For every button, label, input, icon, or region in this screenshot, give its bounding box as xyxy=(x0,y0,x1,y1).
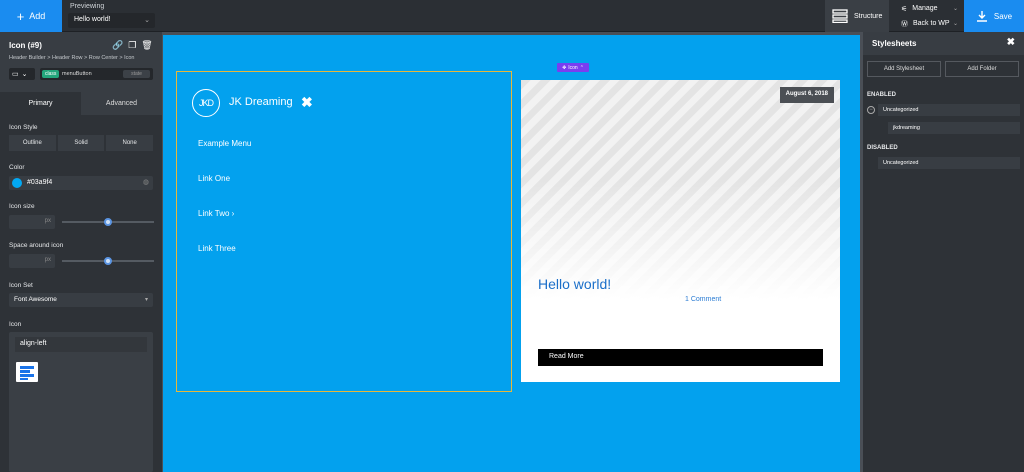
color-swatch[interactable] xyxy=(12,178,22,188)
chevron-down-icon: ⌄ xyxy=(144,17,150,24)
icon-label: Icon xyxy=(9,321,22,328)
structure-label: Structure xyxy=(854,12,883,20)
icon-size-input[interactable]: px xyxy=(9,215,55,229)
caret-up-icon: ⌃ xyxy=(579,64,584,71)
device-select[interactable]: ▭ ⌄ xyxy=(9,68,35,80)
preview-select-value: Hello world! xyxy=(74,16,111,23)
class-tag: class xyxy=(42,70,60,78)
menu-item-link-two[interactable]: Link Two › xyxy=(198,209,234,218)
back-to-wp-menu[interactable]: Ⓦ Back to WP ⌄ xyxy=(895,17,962,30)
menu-item-link-three[interactable]: Link Three xyxy=(198,244,236,253)
add-folder-button[interactable]: Add Folder xyxy=(945,61,1019,77)
tab-advanced[interactable]: Advanced xyxy=(81,92,162,115)
chevron-down-icon: ⌄ xyxy=(952,21,958,27)
selected-element-tag[interactable]: ✥ Icon ⌃ xyxy=(557,63,589,72)
add-stylesheet-button[interactable]: Add Stylesheet xyxy=(867,61,941,77)
manage-menu[interactable]: ⚟ Manage ⌄ xyxy=(895,2,962,15)
color-value: #03a9f4 xyxy=(27,179,53,186)
post-card: August 6, 2018 Hello world! 1 Comment Re… xyxy=(521,80,840,382)
chevron-down-icon: ⌄ xyxy=(21,71,28,78)
tab-primary[interactable]: Primary xyxy=(0,92,81,115)
panel-header: Icon (#9) 🔗 ❐ 🗑 Header Builder > Header … xyxy=(0,32,162,92)
disabled-folder[interactable]: Uncategorized xyxy=(878,157,1020,169)
menu-container[interactable] xyxy=(176,71,512,392)
align-left-icon[interactable] xyxy=(16,362,38,382)
element-title: Icon (#9) xyxy=(9,41,42,50)
post-title[interactable]: Hello world! xyxy=(538,276,611,292)
chevron-right-icon: › xyxy=(231,209,235,218)
move-icon: ✥ xyxy=(562,64,567,71)
icon-style-none[interactable]: None xyxy=(106,135,154,151)
preview-select[interactable]: Hello world! ⌄ xyxy=(68,13,155,28)
post-comments-link[interactable]: 1 Comment xyxy=(685,296,721,303)
icon-search-input[interactable]: align-left xyxy=(15,337,147,352)
top-toolbar: + Add Previewing Hello world! ⌄ Structur… xyxy=(0,0,1024,32)
structure-icon xyxy=(832,9,848,23)
icon-style-label: Icon Style xyxy=(9,124,38,131)
manage-label: Manage xyxy=(912,5,938,12)
plus-icon: + xyxy=(16,8,25,24)
color-label: Color xyxy=(9,164,25,171)
class-selector[interactable]: class menuButton state xyxy=(40,68,153,80)
chevron-down-icon: ⌄ xyxy=(952,6,958,12)
icon-size-label: Icon size xyxy=(9,203,35,210)
selected-tag-label: Icon xyxy=(568,64,578,71)
save-label: Save xyxy=(993,11,1013,21)
space-slider[interactable] xyxy=(62,257,154,265)
state-button[interactable]: state xyxy=(123,70,150,78)
icon-set-label: Icon Set xyxy=(9,282,33,289)
stylesheet-item[interactable]: jkdreaming xyxy=(888,122,1020,134)
slider-knob[interactable] xyxy=(104,257,112,265)
space-input[interactable]: px xyxy=(9,254,55,268)
header-actions: 🔗 ❐ 🗑 xyxy=(112,40,153,51)
link-icon[interactable]: 🔗 xyxy=(112,40,123,51)
menu-item-example[interactable]: Example Menu xyxy=(198,139,251,148)
icon-style-options: Outline Solid None xyxy=(9,135,154,151)
stylesheets-title: Stylesheets xyxy=(872,39,917,48)
stylesheets-header: Stylesheets ✖ xyxy=(863,32,1024,55)
icon-size-slider[interactable] xyxy=(62,218,154,226)
class-value: menuButton xyxy=(62,71,92,77)
color-field[interactable]: #03a9f4 ◍ xyxy=(9,176,153,190)
trash-icon[interactable]: 🗑 xyxy=(141,40,152,51)
enabled-folder[interactable]: Uncategorized xyxy=(878,104,1020,116)
previewing-label: Previewing xyxy=(70,3,105,10)
stylesheets-panel: Stylesheets ✖ Add Stylesheet Add Folder … xyxy=(863,32,1024,472)
duplicate-icon[interactable]: ❐ xyxy=(128,40,136,51)
add-button[interactable]: + Add xyxy=(0,0,62,32)
menu-item-label: Link Two xyxy=(198,209,230,218)
download-icon xyxy=(976,11,987,22)
panel-tabs: Primary Advanced xyxy=(0,92,162,115)
collapse-icon[interactable]: − xyxy=(867,106,875,114)
caret-down-icon: ▾ xyxy=(144,297,148,303)
enabled-heading: ENABLED xyxy=(867,92,897,98)
save-button[interactable]: Save xyxy=(964,0,1024,32)
space-label: Space around icon xyxy=(9,242,64,249)
icon-set-select[interactable]: Font Awesome ▾ xyxy=(9,293,153,307)
icon-style-outline[interactable]: Outline xyxy=(9,135,56,151)
icon-set-value: Font Awesome xyxy=(14,296,57,303)
post-date: August 6, 2018 xyxy=(779,87,834,103)
icon-style-solid[interactable]: Solid xyxy=(57,135,105,151)
wordpress-icon: Ⓦ xyxy=(901,20,908,28)
menu-item-link-one[interactable]: Link One xyxy=(198,174,230,183)
disabled-heading: DISABLED xyxy=(867,145,898,151)
slider-knob[interactable] xyxy=(104,218,112,226)
add-button-label: Add xyxy=(29,11,46,21)
globe-icon[interactable]: ◍ xyxy=(143,178,149,186)
breadcrumb: Header Builder > Header Row > Row Center… xyxy=(9,55,135,61)
icon-picker: align-left xyxy=(9,332,153,472)
sliders-icon: ⚟ xyxy=(901,5,908,13)
read-more-button[interactable]: Read More xyxy=(538,349,823,366)
desktop-icon: ▭ xyxy=(12,71,19,78)
site-brand[interactable]: JK Dreaming xyxy=(229,96,293,108)
close-icon[interactable]: ✖ xyxy=(1007,37,1015,48)
close-icon[interactable]: ✖ xyxy=(301,94,313,111)
site-logo[interactable]: JKD xyxy=(192,89,220,117)
back-to-wp-label: Back to WP xyxy=(913,20,950,27)
structure-button[interactable]: Structure xyxy=(825,0,889,32)
